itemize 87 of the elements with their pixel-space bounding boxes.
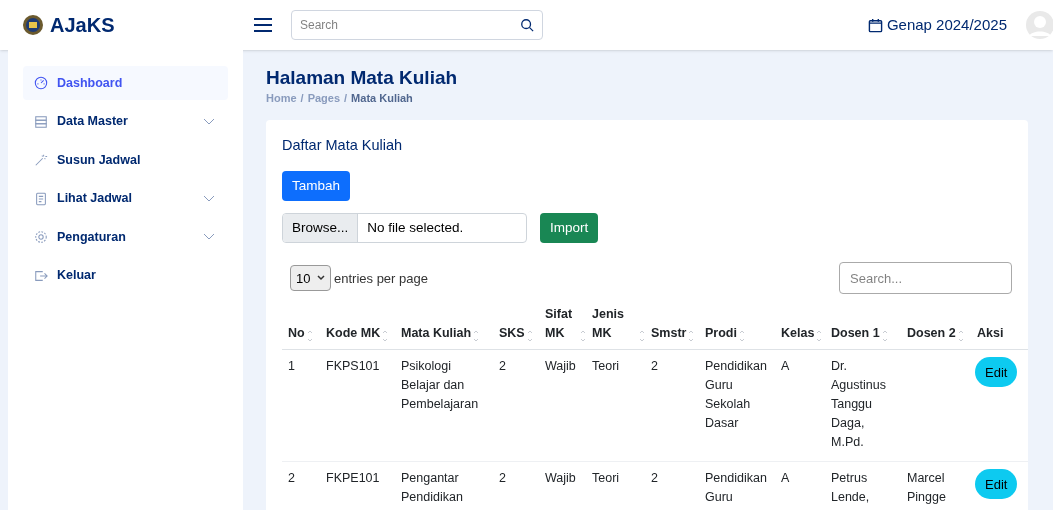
table-cell: 2 [499,359,506,374]
page-size-select[interactable]: 10 [290,265,331,292]
table-cell: 2 [651,359,658,374]
breadcrumb-item: Mata Kuliah [351,91,413,106]
file-status: No file selected. [366,219,465,238]
sidebar-item[interactable]: Susun Jadwal [23,143,228,177]
column-header[interactable]: Kode MK [326,324,381,344]
page-size-label: entries per page [334,269,428,288]
gauge-icon [34,76,48,90]
table-cell: 2 [288,471,295,486]
edit-button[interactable]: Edit [975,469,1018,500]
logo-icon [22,14,44,36]
brand-name: AJaKS [50,13,115,38]
sort-icon [738,329,745,344]
column-header[interactable]: Mata Kuliah [401,324,472,344]
table-cell: Wajib [545,359,576,374]
table-cell: 1 [288,359,295,374]
column-header[interactable]: Aksi [977,324,1004,344]
column-header[interactable]: Smstr [651,324,687,344]
magic-wand-icon [34,153,48,167]
table-cell: Pendidikan Guru Sekolah Dasar [705,359,767,431]
table-cell: Dr. Agustinus Tanggu Daga, M.Pd. [831,359,886,450]
sort-icon [881,329,888,344]
edit-button[interactable]: Edit [975,357,1018,388]
table-cell: Psikologi Belajar dan Pembelajaran [401,359,479,412]
document-icon [34,191,48,206]
sidebar-item[interactable]: Lihat Jadwal [23,181,228,216]
sort-icon [382,329,389,344]
sort-icon [526,329,533,344]
sidebar-item[interactable]: Pengaturan [23,220,228,254]
column-header[interactable]: Dosen 2 [907,324,956,344]
server-icon [34,114,48,129]
calendar-icon [867,17,883,33]
table-cell: Petrus Lende, [831,471,870,505]
table-cell: FKPE101 [326,471,380,486]
import-button[interactable]: Import [540,213,599,244]
table-cell: Wajib [545,471,576,486]
column-header[interactable]: Jenis MK [592,305,637,344]
sidebar-label: Pengaturan [57,228,126,246]
table-search-field[interactable]: Search... [839,262,1012,295]
sidebar-label: Lihat Jadwal [57,190,133,208]
file-input[interactable]: Browse... No file selected. [282,213,527,244]
column-header[interactable]: Kelas [781,324,815,344]
exit-icon [34,268,48,283]
sidebar-item[interactable]: Data Master [23,104,228,139]
table-cell: 2 [499,471,506,486]
menu-icon [253,17,273,33]
page-title: Halaman Mata Kuliah [266,66,459,90]
breadcrumb-separator: / [300,91,304,106]
chevron-down-icon [317,275,325,282]
academic-term: Genap 2024/2025 [886,14,1007,35]
breadcrumb-separator: / [344,91,348,106]
sidebar-label: Dashboard [57,74,123,92]
card-title: Daftar Mata Kuliah [282,135,404,155]
table-cell: Pengantar Pendidikan [401,471,463,505]
settings-icon [34,230,48,244]
table-cell: Teori [592,359,620,374]
sidebar-item[interactable]: Dashboard [23,66,228,100]
column-header[interactable]: Sifat MK [545,305,578,344]
table-cell: Pendidikan Guru [705,471,767,505]
column-header[interactable]: No [288,324,305,344]
sort-icon [688,329,695,344]
column-header[interactable]: Dosen 1 [831,324,880,344]
table-cell: FKPS101 [326,359,380,374]
add-button[interactable]: Tambah [282,171,351,202]
table-cell: 2 [651,471,658,486]
table-cell: Teori [592,471,620,486]
column-header[interactable]: Prodi [705,324,737,344]
search-icon [520,18,534,32]
table-cell: Marcel Pingge [907,471,946,505]
search-field[interactable]: Search [291,10,543,40]
sort-icon [580,329,586,344]
column-header[interactable]: SKS [499,324,525,344]
sidebar-item[interactable]: Keluar [23,258,228,293]
sort-icon [306,329,313,344]
menu-button[interactable] [253,17,273,33]
sidebar-label: Susun Jadwal [57,151,141,169]
sort-icon [639,329,645,344]
sidebar-label: Data Master [57,113,128,131]
browse-label: Browse... [283,214,359,243]
sort-icon [473,329,480,344]
sort-icon [816,329,823,344]
sidebar-label: Keluar [57,267,96,285]
sort-icon [957,329,964,344]
search-input[interactable]: Search [300,16,520,34]
table-cell: A [781,359,790,374]
table-cell: A [781,471,790,486]
